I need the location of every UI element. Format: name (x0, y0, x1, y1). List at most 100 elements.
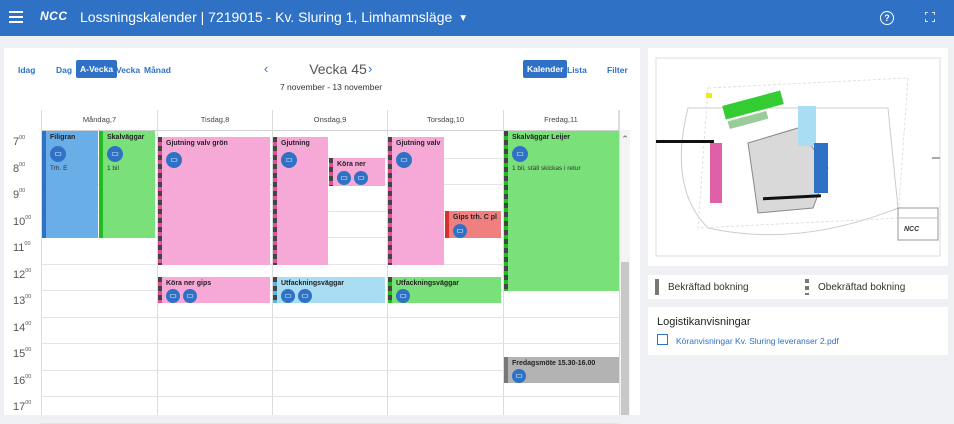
event-status-stripe (388, 137, 392, 265)
hour-label: 1400 (13, 320, 32, 334)
truck-icon: ▭ (281, 152, 297, 168)
external-link-icon[interactable] (657, 334, 668, 345)
hour-gridline (41, 343, 619, 344)
event-status-stripe (273, 277, 277, 303)
event-title: Gjutning valv grön (166, 140, 228, 147)
event-title: Gjutning valv (396, 140, 441, 147)
site-map-panel: NCC (648, 48, 948, 266)
truck-icon: ▭ (166, 289, 180, 303)
hour-label: 1000 (13, 214, 32, 228)
booking-event[interactable]: Gips trh. C pl ▭ (445, 211, 501, 238)
event-title: Gjutning (281, 140, 310, 147)
week-title: Vecka 45 (309, 61, 367, 77)
fullscreen-icon[interactable] (925, 12, 935, 22)
legend-confirmed: Bekräftad bokning (668, 282, 749, 293)
event-title: Utfackningsväggar (281, 280, 345, 287)
event-title: Utfackningsväggar (396, 280, 460, 287)
calendar-scrollbar[interactable]: ⌃ (620, 130, 630, 415)
hour-label: 1700 (13, 400, 32, 413)
booking-event[interactable]: Gjutning valv grön ▭ (158, 137, 270, 265)
event-title: Skalväggar Leijer (512, 134, 570, 141)
hour-label: 1200 (13, 267, 32, 281)
hour-gridline (41, 316, 619, 318)
event-status-stripe (99, 131, 103, 238)
scroll-up-icon[interactable]: ⌃ (620, 134, 630, 145)
event-detail: 1 bil, ställ skickas i retur (512, 165, 581, 172)
booking-event[interactable]: Skalväggar Leijer ▭ 1 bil, ställ skickas… (504, 131, 619, 291)
truck-icon: ▭ (166, 152, 182, 168)
event-title: Filigran (50, 134, 76, 141)
help-icon[interactable]: ? (880, 11, 894, 25)
next-week-arrow-icon[interactable]: › (368, 61, 372, 76)
calendar-panel: Idag Dag A-Vecka Vecka Månad ‹ Vecka 45 … (4, 48, 640, 424)
booking-event[interactable]: Filigran ▭ Trh. E (42, 131, 98, 238)
logistics-panel: Logistikanvisningar Köranvisningar Kv. S… (648, 307, 948, 355)
logistics-heading: Logistikanvisningar (657, 316, 751, 328)
truck-icon: ▭ (107, 146, 123, 162)
chevron-down-icon: ▼ (458, 13, 469, 24)
booking-event[interactable]: Köra ner ▭ ▭ (329, 158, 385, 186)
week-grid: Måndag,7 Tisdag,8 Onsdag,9 Torsdag,10 Fr… (4, 110, 640, 424)
week-range: 7 november - 13 november (279, 82, 383, 92)
calendar-view-button[interactable]: Kalender (523, 60, 568, 78)
list-view-button[interactable]: Lista (567, 65, 587, 75)
booking-event[interactable]: Utfackningsväggar ▭ (388, 277, 501, 303)
truck-icon: ▭ (50, 146, 66, 162)
booking-legend: Bekräftad bokning Obekräftad bokning (648, 275, 948, 299)
hour-label: 800 (13, 161, 26, 175)
event-status-stripe (158, 137, 162, 265)
crane-icon: ▭ (512, 369, 526, 383)
hour-gridline (41, 396, 619, 397)
booking-event[interactable]: Gjutning valv ▭ (388, 137, 444, 265)
map-ncc-stamp: NCC (904, 226, 920, 233)
logistics-pdf-link[interactable]: Köranvisningar Kv. Sluring leveranser 2.… (676, 336, 839, 346)
crane-icon: ▭ (512, 146, 528, 162)
view-day-button[interactable]: Dag (56, 65, 72, 75)
event-status-stripe (158, 277, 162, 303)
legend-unconfirmed: Obekräftad bokning (818, 282, 906, 293)
crane-icon: ▭ (396, 289, 410, 303)
day-header: Onsdag,9 (272, 110, 387, 130)
crane-icon: ▭ (298, 289, 312, 303)
booking-event[interactable]: Gjutning ▭ (273, 137, 328, 265)
today-button[interactable]: Idag (18, 65, 35, 75)
site-plan-drawing: NCC (655, 57, 941, 257)
day-header: Torsdag,10 (387, 110, 503, 130)
event-status-stripe (388, 277, 392, 303)
booking-event[interactable]: Köra ner gips ▭ ▭ (158, 277, 270, 303)
event-status-stripe (329, 158, 333, 186)
truck-icon: ▭ (396, 152, 412, 168)
event-detail: Trh. E (50, 165, 68, 172)
booking-event[interactable]: Fredagsmöte 15.30-16.00 ▭ (504, 357, 619, 383)
scroll-thumb[interactable] (621, 262, 629, 415)
app-header: NCC Lossningskalender | 7219015 - Kv. Sl… (0, 0, 954, 36)
confirmed-swatch (655, 279, 659, 295)
hour-label: 900 (13, 188, 26, 201)
event-title: Köra ner (337, 161, 366, 168)
hour-label: 700 (13, 135, 26, 148)
event-title: Skalväggar (107, 134, 145, 141)
hour-label: 1600 (13, 373, 32, 387)
event-status-stripe (504, 357, 508, 383)
day-header: Tisdag,8 (157, 110, 272, 130)
booking-event[interactable]: Utfackningsväggar ▭ ▭ (273, 277, 385, 303)
view-a-week-button[interactable]: A-Vecka (76, 60, 118, 78)
hour-label: 1100 (13, 241, 31, 254)
event-title: Köra ner gips (166, 280, 212, 287)
crane-icon: ▭ (183, 289, 197, 303)
page-title-selector[interactable]: Lossningskalender | 7219015 - Kv. Slurin… (80, 9, 468, 25)
event-detail: 1 bil (107, 165, 119, 172)
view-week-button[interactable]: Vecka (116, 65, 140, 75)
event-title: Gips trh. C pl (453, 214, 497, 221)
event-status-stripe (445, 211, 449, 238)
hamburger-icon[interactable] (9, 11, 23, 25)
truck-icon: ▭ (337, 171, 351, 185)
view-month-button[interactable]: Månad (144, 65, 171, 75)
day-header: Måndag,7 (41, 110, 157, 130)
prev-week-arrow-icon[interactable]: ‹ (264, 61, 268, 76)
filter-button[interactable]: Filter (607, 65, 628, 75)
hour-gridline (41, 422, 619, 424)
event-title: Fredagsmöte 15.30-16.00 (512, 360, 596, 367)
truck-icon: ▭ (453, 224, 467, 238)
booking-event[interactable]: Skalväggar ▭ 1 bil (99, 131, 155, 238)
